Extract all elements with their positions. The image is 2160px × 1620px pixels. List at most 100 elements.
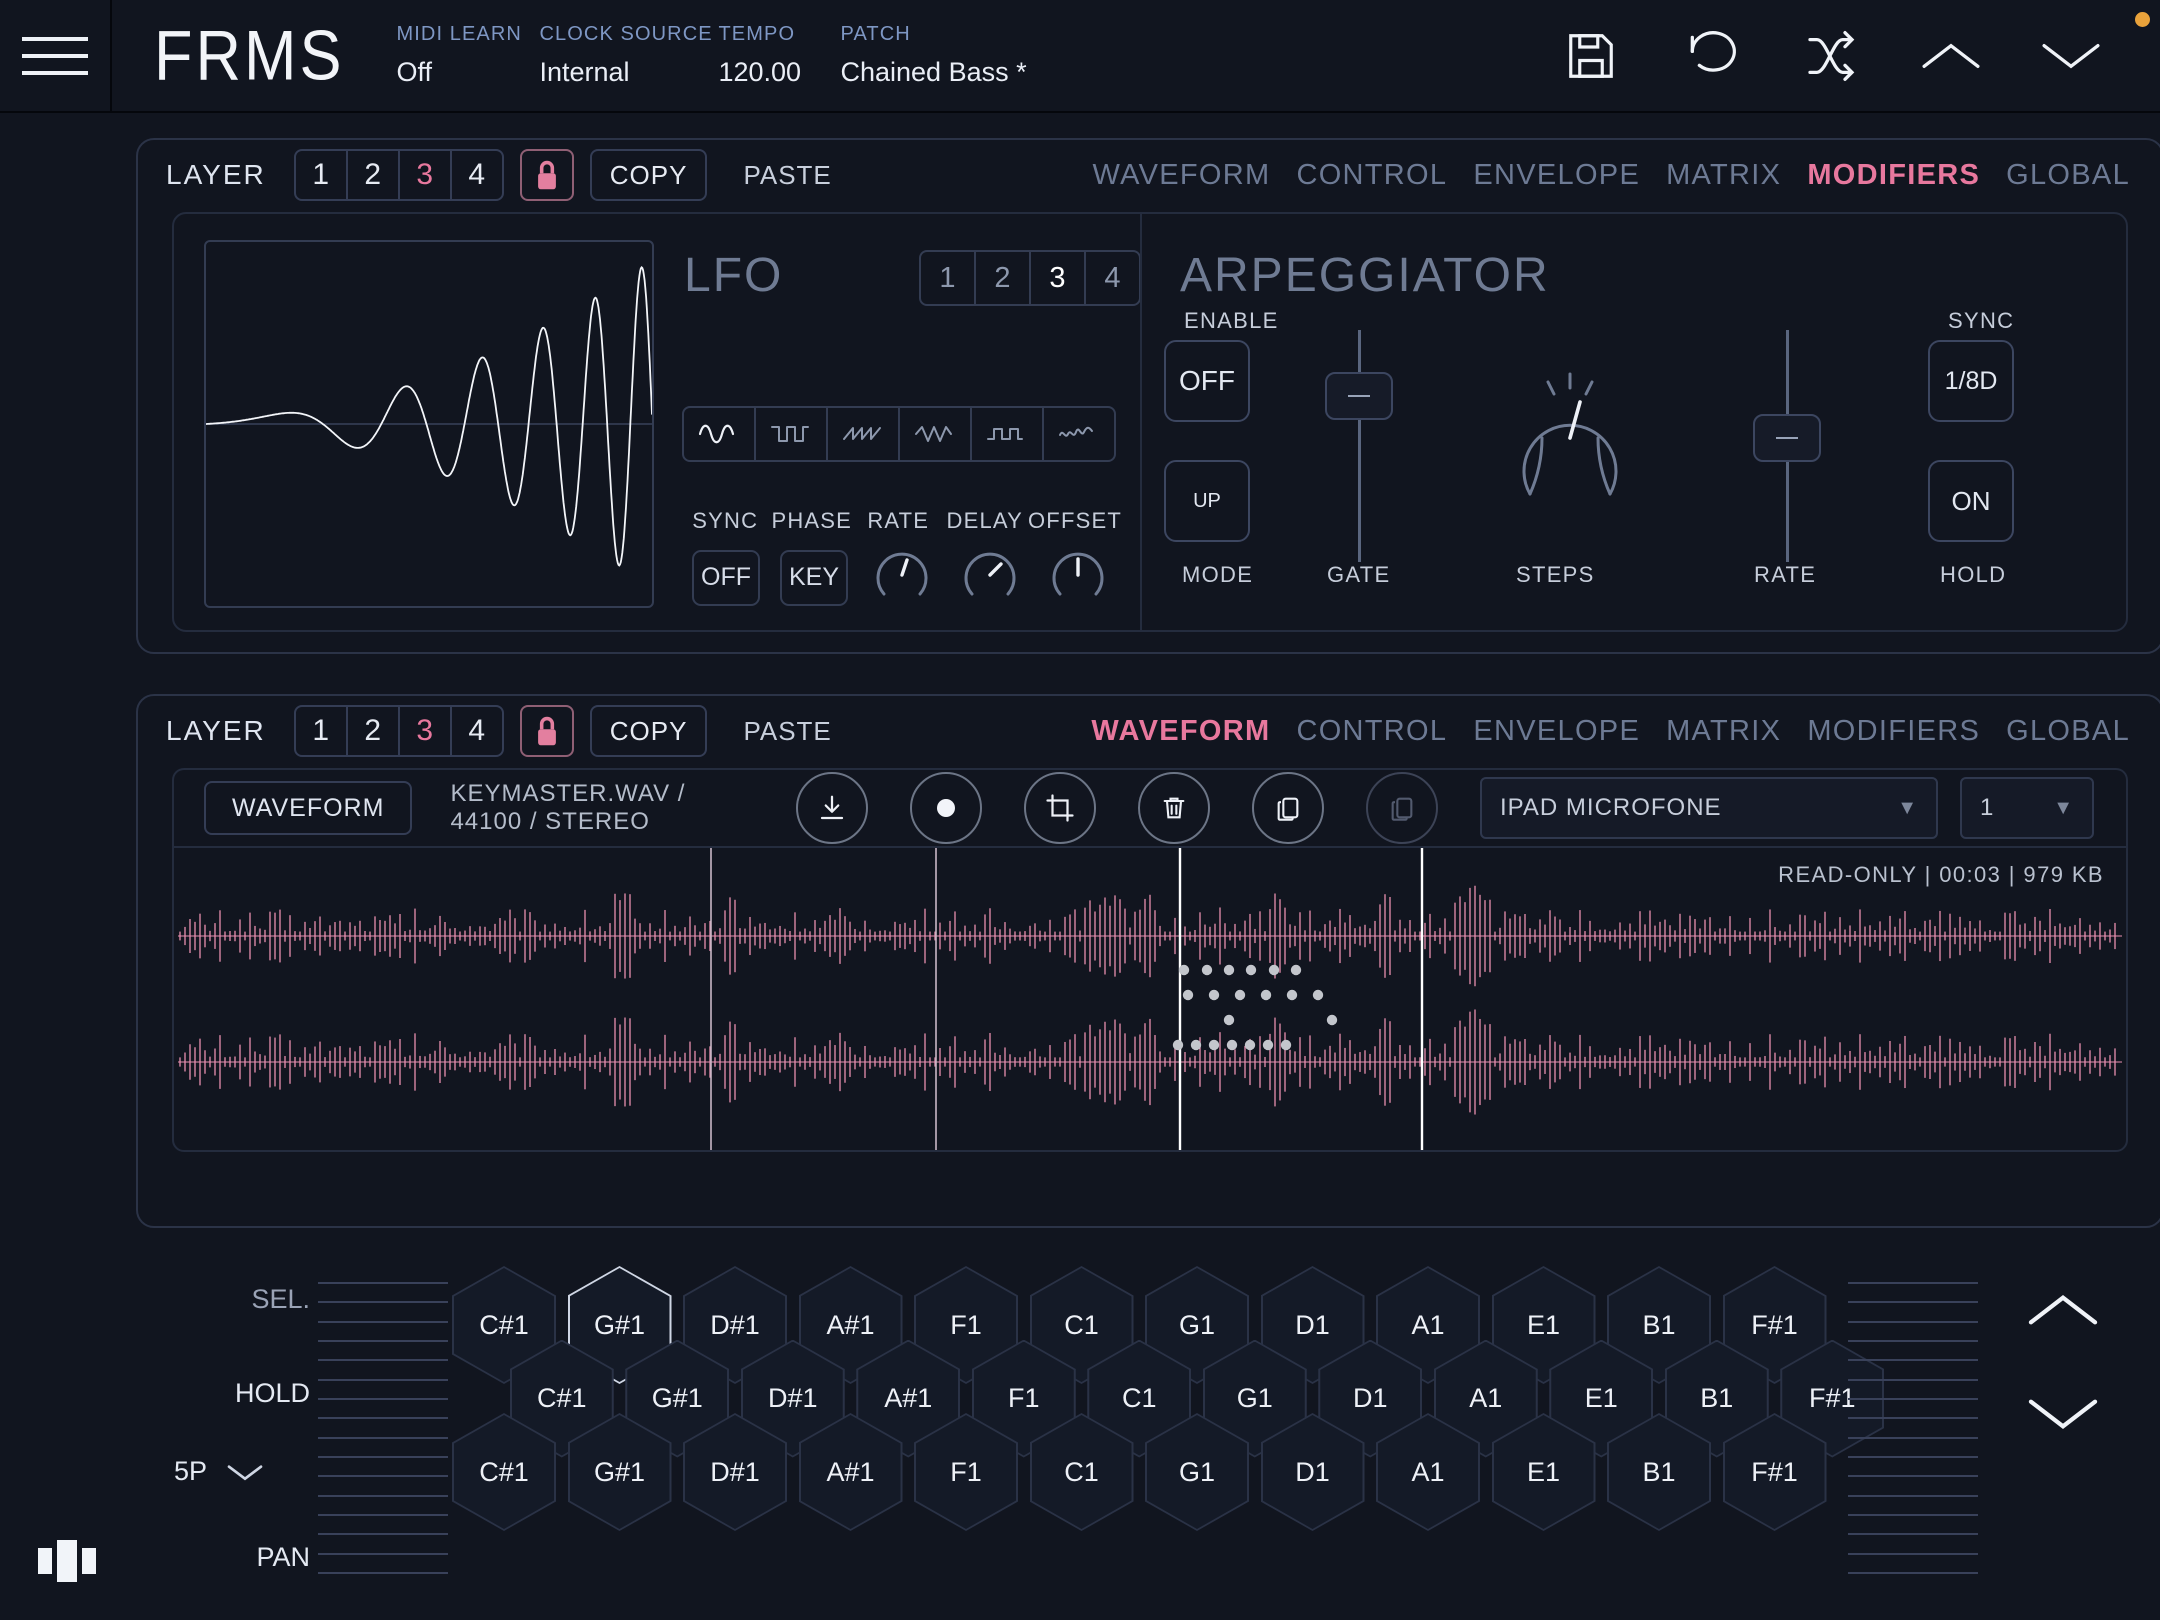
triangle-wave-icon[interactable] (898, 406, 972, 462)
modifiers-layer-label: LAYER (136, 159, 294, 191)
arp-enable-button[interactable]: OFF (1164, 340, 1250, 422)
arpeggiator-title: ARPEGGIATOR (1180, 248, 1550, 303)
arp-enable-label: ENABLE (1184, 308, 1279, 334)
modifiers-layer-selector: 1 2 3 4 (294, 149, 504, 201)
tab-control[interactable]: CONTROL (1296, 715, 1447, 748)
lfo-rate-knob[interactable] (871, 544, 933, 611)
lfo-slot-3[interactable]: 3 (1029, 250, 1086, 306)
status-midi-learn-value: Off (396, 57, 539, 88)
delete-icon[interactable] (1138, 772, 1210, 844)
status-patch-value: Chained Bass * (840, 57, 1180, 88)
square-wave-icon[interactable] (754, 406, 828, 462)
shuffle-icon[interactable] (1800, 25, 1862, 87)
lfo-offset-knob[interactable] (1047, 544, 1109, 611)
keyboard-left-controls: SEL. HOLD 5P PAN (150, 1270, 460, 1590)
tab-control[interactable]: CONTROL (1296, 159, 1447, 192)
arp-hold-button[interactable]: ON (1928, 460, 2014, 542)
lock-closed-icon[interactable] (520, 149, 574, 201)
sine-wave-icon[interactable] (682, 406, 756, 462)
save-icon[interactable] (1560, 25, 1622, 87)
arp-gate-slider-thumb[interactable] (1325, 372, 1393, 420)
lfo-param-labels: SYNC PHASE RATE DELAY OFFSET (682, 508, 1122, 534)
waveform-meta-info: READ-ONLY | 00:03 | 979 KB (1778, 862, 2104, 888)
arp-gate-slider-track[interactable] (1358, 330, 1361, 562)
left-fader-grid[interactable] (318, 1282, 448, 1574)
status-midi-learn[interactable]: MIDI LEARN Off (396, 23, 539, 88)
lfo-slot-4[interactable]: 4 (1084, 250, 1141, 306)
tab-global[interactable]: GLOBAL (2006, 159, 2130, 192)
arp-sync-label: SYNC (1948, 308, 2014, 334)
waveform-display[interactable]: READ-ONLY | 00:03 | 979 KB (172, 846, 2128, 1152)
waveform-layer-bar: LAYER 1 2 3 4 COPY PASTE WAVEFORM CONTRO… (136, 694, 2160, 768)
lfo-param-controls: OFF KEY (682, 544, 1122, 611)
waveform-layer-3[interactable]: 3 (398, 705, 452, 757)
tab-modifiers[interactable]: MODIFIERS (1807, 159, 1980, 192)
lfo-sync-button[interactable]: OFF (692, 550, 760, 606)
waveform-layer-selector: 1 2 3 4 (294, 705, 504, 757)
lfo-offset-label: OFFSET (1028, 508, 1122, 534)
tab-envelope[interactable]: ENVELOPE (1473, 715, 1640, 748)
ramp-wave-icon[interactable] (826, 406, 900, 462)
polyphony-dropdown[interactable]: 5P (174, 1456, 324, 1487)
hamburger-icon[interactable] (0, 0, 112, 112)
waveform-layer-4[interactable]: 4 (450, 705, 504, 757)
modifiers-copy-button[interactable]: COPY (590, 149, 708, 201)
tab-matrix[interactable]: MATRIX (1666, 715, 1781, 748)
status-tempo[interactable]: TEMPO 120.00 (718, 23, 840, 88)
chevron-down-icon[interactable] (2040, 25, 2102, 87)
tab-global[interactable]: GLOBAL (2006, 715, 2130, 748)
modifiers-paste-button[interactable]: PASTE (723, 149, 851, 201)
lfo-phase-label: PHASE (769, 508, 856, 534)
tab-waveform[interactable]: WAVEFORM (1091, 715, 1270, 748)
tab-matrix[interactable]: MATRIX (1666, 159, 1781, 192)
waveform-layer-2[interactable]: 2 (346, 705, 400, 757)
input-device-select[interactable]: IPAD MICROFONE ▼ (1480, 777, 1938, 839)
crop-icon[interactable] (1024, 772, 1096, 844)
octave-up-button[interactable] (2026, 1288, 2100, 1337)
status-clock-source[interactable]: CLOCK SOURCE Internal (539, 23, 718, 88)
smooth-random-wave-icon[interactable] (1042, 406, 1116, 462)
tab-modifiers[interactable]: MODIFIERS (1807, 715, 1980, 748)
waveform-layer-1[interactable]: 1 (294, 705, 348, 757)
undo-icon[interactable] (1680, 25, 1742, 87)
copy-sample-icon[interactable] (1252, 772, 1324, 844)
paste-sample-icon[interactable] (1366, 772, 1438, 844)
arp-gate-label: GATE (1327, 562, 1390, 588)
lfo-delay-knob[interactable] (959, 544, 1021, 611)
lfo-slot-1[interactable]: 1 (919, 250, 976, 306)
right-fader-grid[interactable] (1848, 1282, 1978, 1574)
lfo-phase-button[interactable]: KEY (780, 550, 848, 606)
waveform-file-info: KEYMASTER.WAV / 44100 / STEREO (450, 780, 746, 836)
chevron-down-icon: ▼ (1875, 797, 1918, 820)
tab-envelope[interactable]: ENVELOPE (1473, 159, 1640, 192)
arp-mode-label: MODE (1182, 562, 1253, 588)
waveform-copy-button[interactable]: COPY (590, 705, 708, 757)
octave-down-button[interactable] (2026, 1392, 2100, 1441)
modifiers-layer-1[interactable]: 1 (294, 149, 348, 201)
status-tempo-label: TEMPO (718, 23, 840, 46)
load-sample-icon[interactable] (796, 772, 868, 844)
tab-waveform[interactable]: WAVEFORM (1093, 159, 1271, 192)
modifiers-layer-4[interactable]: 4 (450, 149, 504, 201)
lock-closed-icon[interactable] (520, 705, 574, 757)
modifiers-layer-2[interactable]: 2 (346, 149, 400, 201)
waveform-selects: IPAD MICROFONE ▼ 1 ▼ (1480, 777, 2126, 839)
status-patch[interactable]: PATCH Chained Bass * (840, 23, 1180, 88)
modifiers-layer-3[interactable]: 3 (398, 149, 452, 201)
input-channel-select[interactable]: 1 ▼ (1960, 777, 2094, 839)
pulse-wave-icon[interactable] (970, 406, 1044, 462)
arp-sync-button[interactable]: 1/8D (1928, 340, 2014, 422)
arp-mode-button[interactable]: UP (1164, 460, 1250, 542)
waveform-paste-button[interactable]: PASTE (723, 705, 851, 757)
lfo-slot-2[interactable]: 2 (974, 250, 1031, 306)
arp-rate-slider-thumb[interactable] (1753, 414, 1821, 462)
chevron-up-icon[interactable] (1920, 25, 1982, 87)
modifiers-content: LFO 1 2 3 4 (172, 212, 2128, 632)
chevron-down-icon: ▼ (2031, 797, 2074, 820)
record-icon[interactable] (910, 772, 982, 844)
arp-steps-knob[interactable] (1490, 354, 1650, 519)
waveform-mode-button[interactable]: WAVEFORM (204, 781, 412, 835)
notification-dot (2135, 12, 2150, 27)
arp-steps-label: STEPS (1516, 562, 1595, 588)
panel-layout-icon[interactable] (36, 1538, 98, 1584)
